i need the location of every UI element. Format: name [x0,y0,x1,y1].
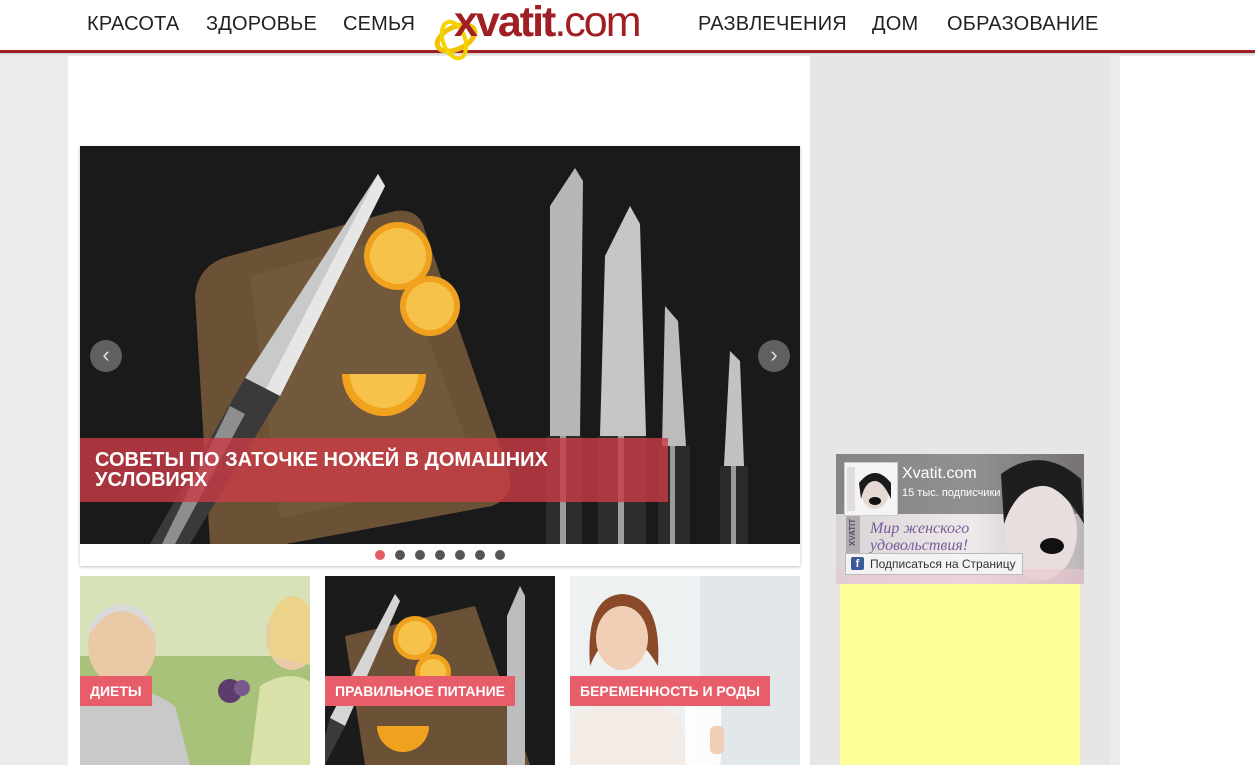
facebook-subscriber-count: 15 тыс. подписчики [902,487,1001,499]
card-healthy-eating[interactable]: ПРАВИЛЬНОЕ ПИТАНИЕ [325,576,555,765]
card-healthy-eating-image [325,576,555,765]
logo-wordmark: xvatit.com [454,0,642,47]
slider-dot[interactable] [435,550,445,560]
card-diets-image [80,576,310,765]
top-navigation: КРАСОТА ЗДОРОВЬЕ СЕМЬЯ xvatit.com РАЗВЛЕ… [0,0,1255,61]
card-tag-pregnancy[interactable]: БЕРЕМЕННОСТЬ И РОДЫ [570,676,770,706]
ad-placeholder[interactable] [840,584,1080,765]
slider-prev-button[interactable]: ‹ [90,340,122,372]
facebook-subscribe-button[interactable]: f Подписаться на Страницу [845,553,1023,575]
nav-item-health[interactable]: ЗДОРОВЬЕ [206,13,317,36]
slider-next-button[interactable]: › [758,340,790,372]
slider-dot[interactable] [395,550,405,560]
slider-dot[interactable] [455,550,465,560]
nav-item-family[interactable]: СЕМЬЯ [343,13,415,36]
card-diets[interactable]: ДИЕТЫ [80,576,310,765]
nav-item-beauty[interactable]: КРАСОТА [87,13,179,36]
facebook-cover-tagline-line-2: удовольствия! [870,537,969,554]
slider-dot[interactable] [375,550,385,560]
facebook-page-widget[interactable]: Xvatit.com 15 тыс. подписчики XVATIT Мир… [836,454,1084,584]
site-logo[interactable]: xvatit.com [432,0,677,64]
slider-dots [80,550,800,560]
nav-item-education[interactable]: ОБРАЗОВАНИЕ [947,13,1099,36]
facebook-page-avatar[interactable] [844,462,898,516]
page-avatar-image [845,463,897,515]
right-gutter [1120,56,1255,765]
logo-wordmark-bold: xvatit [454,0,556,46]
nav-item-home[interactable]: ДОМ [872,13,918,36]
nav-item-entertainment[interactable]: РАЗВЛЕЧЕНИЯ [698,13,847,36]
facebook-cover-tagline-line-1: Мир женского [870,520,970,537]
card-tag-healthy-eating[interactable]: ПРАВИЛЬНОЕ ПИТАНИЕ [325,676,515,706]
slider-dot[interactable] [475,550,485,560]
facebook-cover-side-text: XVATIT [848,518,857,546]
slider-dot[interactable] [415,550,425,560]
card-pregnancy[interactable]: БЕРЕМЕННОСТЬ И РОДЫ [570,576,800,765]
card-pregnancy-image [570,576,800,765]
facebook-page-name[interactable]: Xvatit.com [902,465,977,483]
slide-caption[interactable]: СОВЕТЫ ПО ЗАТОЧКЕ НОЖЕЙ В ДОМАШНИХ УСЛОВ… [80,438,668,502]
slide-caption-text: СОВЕТЫ ПО ЗАТОЧКЕ НОЖЕЙ В ДОМАШНИХ УСЛОВ… [95,449,548,491]
slider-dot[interactable] [495,550,505,560]
card-tag-diets[interactable]: ДИЕТЫ [80,676,152,706]
logo-wordmark-domain: .com [554,0,641,46]
facebook-subscribe-label: Подписаться на Страницу [870,557,1016,571]
featured-slider: ‹ › СОВЕТЫ ПО ЗАТОЧКЕ НОЖЕЙ В ДОМАШНИХ У… [80,146,800,566]
facebook-cover-tagline: Мир женского удовольствия! [870,520,969,554]
facebook-icon: f [851,557,864,570]
